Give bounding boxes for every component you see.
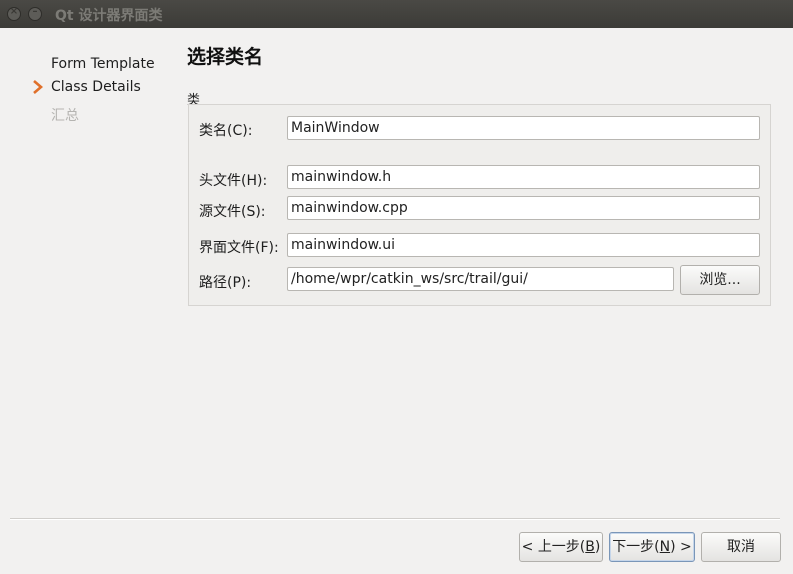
close-button[interactable]: × [7,6,21,21]
source-file-label: 源文件(S): [199,204,266,220]
browse-button[interactable]: 浏览... [680,265,760,295]
path-input[interactable]: /home/wpr/catkin_ws/src/trail/gui/ [287,267,674,291]
chevron-right-icon [33,80,43,94]
window-title: Qt 设计器界面类 [55,8,163,24]
cancel-button[interactable]: 取消 [701,532,781,562]
next-text: 下一步( [612,539,660,555]
header-file-label: 头文件(H): [199,173,268,189]
page-title: 选择类名 [187,46,264,68]
sidebar-item-summary: 汇总 [51,108,79,124]
class-name-label: 类名(C): [199,123,253,139]
minimize-button[interactable]: – [28,6,42,21]
next-suffix: ) > [670,539,692,555]
source-file-input[interactable]: mainwindow.cpp [287,196,760,220]
form-file-label: 界面文件(F): [199,240,279,256]
title-bar: × – Qt 设计器界面类 [0,0,793,28]
path-label: 路径(P): [199,275,252,291]
form-file-input[interactable]: mainwindow.ui [287,233,760,257]
back-suffix: ) [594,539,601,555]
header-file-input[interactable]: mainwindow.h [287,165,760,189]
footer-separator-highlight [10,519,780,520]
sidebar-item-class-details: Class Details [51,79,141,95]
close-icon: × [9,6,19,17]
minimize-icon: – [32,6,38,17]
sidebar-item-form-template: Form Template [51,56,155,72]
next-mnemonic: N [659,539,671,555]
back-text: 上一步( [537,539,586,555]
back-button[interactable]: < 上一步(B) [519,532,603,562]
class-name-input[interactable]: MainWindow [287,116,760,140]
back-mnemonic: B [585,539,595,555]
next-button[interactable]: 下一步(N) > [609,532,695,562]
back-prefix: < [521,539,538,555]
